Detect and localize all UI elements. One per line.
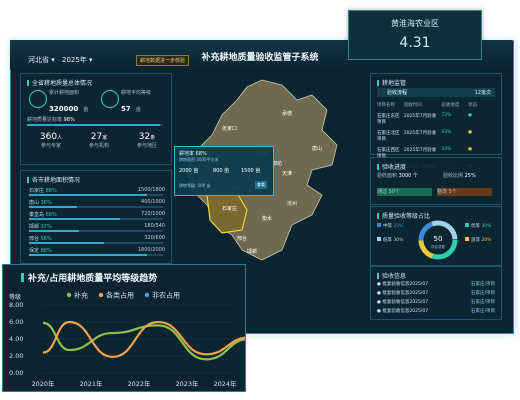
legend-label: 非农占用 — [152, 291, 180, 300]
map-city-label: 衡水 — [262, 215, 272, 222]
progress-panel: 验收进度 验收面积 3000 个 验收比例 25% 通过 50个 整改 5个 — [370, 157, 502, 205]
trend-chart: 等级 0.00 2.00 4.00 6.00 8.00 2020年 2021年 2022年 202… — [9, 291, 245, 388]
legend-label: 补充 — [74, 291, 88, 300]
list-item[interactable]: ● 批复验收信息2025/07 石家庄/项目 — [377, 308, 495, 314]
city-panel: 各市耕地面积情况 石家庄 88% 1500/1800 唐山 36% 400/1000 秦… — [20, 170, 172, 264]
circle-value: 27 — [90, 132, 103, 142]
progress-bar — [27, 124, 163, 126]
fix-chip: 整改 5个 — [437, 188, 492, 196]
map-city-label: 邯郸 — [247, 248, 257, 255]
panel-title: 全省耕地质量总体情况 — [27, 78, 92, 87]
legend-marker — [66, 292, 72, 298]
stat-value: 57 — [121, 105, 131, 113]
ring-center-label: 项目总数 — [431, 244, 445, 249]
stat-circle: 27家 参与机构 — [77, 132, 121, 149]
list-item[interactable]: ● 批复验收信息2025/07 石家庄/项目 — [377, 290, 495, 296]
supervision-panel: 耕地监管 验收流程 12批次 项目名称 验收时间 验收进度 状态石家庄东区项目 2025… — [370, 73, 502, 176]
y-tick-label: 2.00 — [9, 352, 23, 360]
selected-region[interactable] — [206, 192, 248, 234]
map-city-label: 天津 — [282, 170, 292, 177]
legend-marker — [98, 292, 104, 298]
map-city-label: 沧州 — [287, 200, 297, 207]
y-tick-label: 8.00 — [9, 301, 23, 309]
city-count: 1800/2000 — [137, 247, 165, 253]
y-tick-label: 6.00 — [9, 318, 23, 326]
page-title: 补充耕地质量验收监管子系统 — [201, 53, 319, 63]
panel-title: 验收信息 — [377, 271, 406, 280]
panel-title: 验收进度 — [377, 162, 406, 171]
x-tick-label: 2020年 — [31, 379, 55, 388]
map-popup: 耕地率 68% 耕地面积 3000平方米 2000 亩 800 亩 1500 亩… — [174, 146, 274, 196]
x-tick-label: 2024年 — [213, 379, 237, 388]
view-button[interactable]: 查看 — [255, 181, 267, 189]
legend-item: 良等 20% — [465, 237, 491, 243]
city-count: 1500/1800 — [137, 187, 165, 193]
map-city-label: 承德 — [282, 110, 292, 117]
map-city-label: 石家庄 — [222, 205, 237, 212]
info-panel: 验收信息 ● 批复验收信息2025/07 石家庄/项目 ● 批复验收信息2025/0… — [370, 266, 502, 320]
grade-icon — [101, 90, 119, 108]
legend-item: 中等 20% — [377, 223, 403, 229]
y-tick-label: 0.00 — [9, 369, 23, 377]
legend-marker — [144, 292, 150, 298]
pass-chip: 通过 50个 — [377, 188, 432, 196]
panel-title: 各市耕地面积情况 — [27, 175, 80, 184]
circle-value: 360 — [39, 132, 58, 142]
list-item[interactable]: ● 批复验收信息2025/07 石家庄/项目 — [377, 281, 495, 287]
year-select[interactable]: 2025年 ▾ — [62, 55, 93, 65]
stat-label: 耕地平均等级 — [121, 90, 152, 96]
badge-label: 黄淮海农业区 — [391, 19, 439, 28]
overview-panel: 全省耕地质量总体情况 累计耕地面积 320000 亩 耕地平均等级 57 亩 耕… — [20, 73, 172, 165]
badge-value: 4.31 — [399, 35, 431, 51]
legend-item: 低等 30% — [377, 237, 403, 243]
y-axis-label: 等级 — [9, 293, 21, 301]
map-city-label: 邢台 — [237, 235, 247, 242]
table-row[interactable]: 石家庄东区项目 2025年7月验收 72% ● — [377, 113, 495, 125]
stat-circle: 360人 参与专家 — [29, 132, 73, 149]
series-line-各类占用 — [42, 320, 245, 358]
stat-label: 累计耕地面积 — [49, 90, 80, 96]
grade-ring-panel: 质量验收等级占比 50 项目总数 优等 30% 良等 20% 中等 20% 低等 30… — [370, 206, 502, 266]
region-select[interactable]: 河北省 ▾ — [28, 55, 55, 65]
legend-label: 各类占用 — [106, 291, 134, 300]
circle-label: 参与专家 — [40, 143, 61, 149]
circle-value: 32 — [138, 132, 151, 142]
legend-item: 优等 30% — [465, 223, 491, 229]
ring-center-value: 50 — [434, 235, 443, 243]
x-tick-label: 2021年 — [79, 379, 103, 388]
map-city-label: 唐山 — [312, 145, 322, 152]
y-tick-label: 4.00 — [9, 335, 23, 343]
process-row: 验收流程 12批次 — [377, 88, 495, 97]
circle-label: 参与机构 — [88, 143, 109, 149]
grade-ring-chart: 50 项目总数 — [418, 220, 458, 260]
x-tick-label: 2023年 — [175, 379, 199, 388]
field-icon — [29, 90, 47, 108]
list-item[interactable]: ● 批复验收信息2025/07 石家庄/项目 — [377, 299, 495, 305]
map-city-label: 张家口 — [222, 125, 237, 132]
table-header: 项目名称 验收时间 验收进度 状态 — [377, 103, 478, 108]
table-row[interactable]: 石家庄北区项目 2025年7月验收 83% ● — [377, 130, 495, 142]
trend-chart-panel: 补充/占用耕地质量平均等级趋势 等级 0.00 2.00 4.00 6.00 8.00 20… — [2, 264, 246, 392]
stat-value: 320000 — [49, 105, 79, 113]
x-tick-label: 2022年 — [127, 379, 151, 388]
panel-title: 耕地监管 — [377, 78, 406, 87]
region-badge: 黄淮海农业区 4.31 — [348, 10, 482, 60]
